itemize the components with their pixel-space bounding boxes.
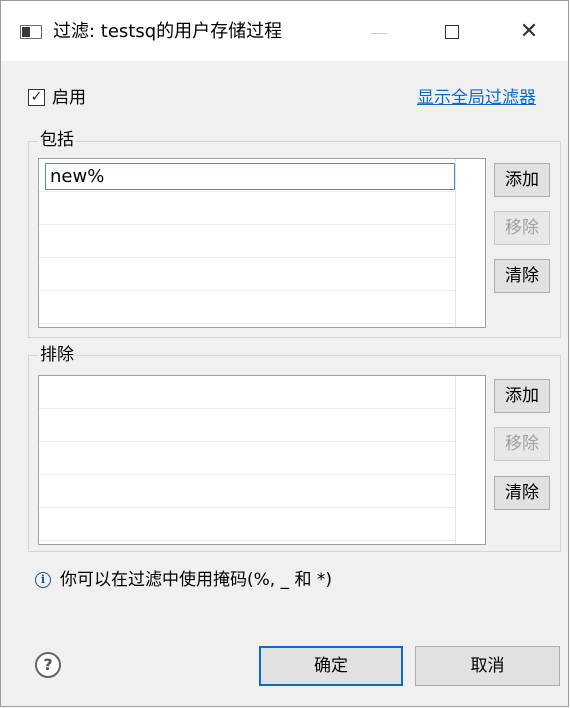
column-divider [455,376,456,544]
include-list[interactable]: new% [38,158,486,328]
enable-checkbox[interactable]: ✓ [28,89,45,106]
exclude-group-label: 排除 [38,344,76,366]
window-icon [20,25,42,39]
window-title: 过滤: testsq的用户存储过程 [53,21,283,42]
filter-dialog: 过滤: testsq的用户存储过程 ✕ ✓ 启用 显示全局过滤器 包括 new%… [0,0,569,707]
include-group-label: 包括 [38,129,76,151]
include-pattern-input[interactable]: new% [45,163,455,190]
list-row[interactable] [39,409,455,442]
list-row[interactable] [39,192,455,225]
list-row[interactable] [39,376,455,409]
column-divider [455,159,456,327]
list-row[interactable]: new% [39,159,455,192]
exclude-add-button[interactable]: 添加 [494,379,550,413]
help-icon[interactable]: ? [35,652,61,678]
show-global-filters-link[interactable]: 显示全局过滤器 [417,86,536,110]
enable-label: 启用 [52,88,86,108]
list-row[interactable] [39,442,455,475]
title-bar: 过滤: testsq的用户存储过程 ✕ [1,1,568,61]
include-remove-button[interactable]: 移除 [494,211,550,245]
cancel-button[interactable]: 取消 [415,646,560,686]
close-button[interactable]: ✕ [509,15,549,49]
list-row[interactable] [39,508,455,541]
minimize-button[interactable] [359,15,399,49]
ok-button[interactable]: 确定 [259,646,403,686]
include-clear-button[interactable]: 清除 [494,259,550,293]
info-text: 你可以在过滤中使用掩码(%, _ 和 *) [60,570,333,590]
exclude-list[interactable] [38,375,486,545]
list-row[interactable] [39,258,455,291]
info-icon: i [35,572,51,588]
list-row[interactable] [39,291,455,324]
include-add-button[interactable]: 添加 [494,163,550,197]
list-row[interactable] [39,225,455,258]
list-row[interactable] [39,475,455,508]
exclude-remove-button[interactable]: 移除 [494,427,550,461]
exclude-clear-button[interactable]: 清除 [494,476,550,510]
maximize-button[interactable] [431,15,471,49]
